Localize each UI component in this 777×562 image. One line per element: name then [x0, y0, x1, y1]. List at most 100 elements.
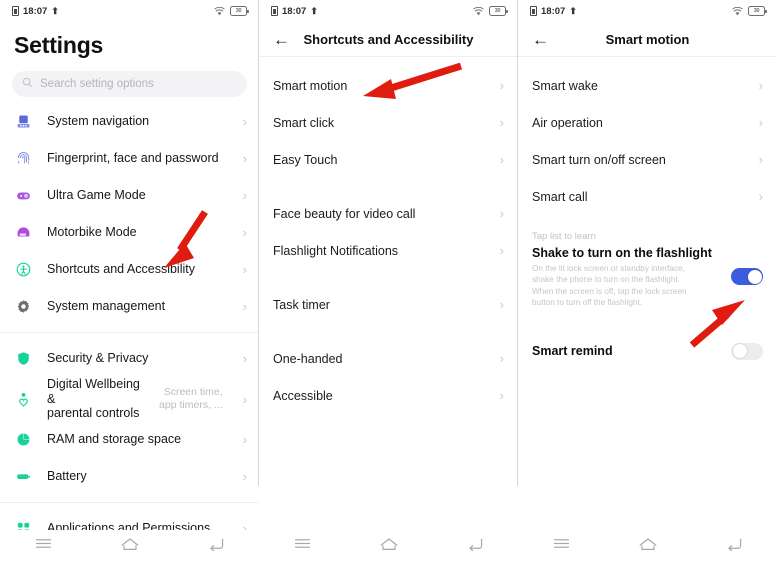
chevron-right-icon: ›: [758, 78, 763, 93]
sim-card-icon: [12, 6, 19, 16]
list-item-task-timer[interactable]: Task timer ›: [259, 286, 518, 323]
group-gap: [259, 269, 518, 286]
list-item-label: Air operation: [532, 115, 603, 130]
list-item-label: Smart turn on/off screen: [532, 152, 666, 167]
chevron-right-icon: ›: [499, 388, 504, 403]
sidebar-item-battery[interactable]: Battery ›: [0, 458, 259, 495]
home-icon[interactable]: [379, 537, 399, 556]
list-item-label: Face beauty for video call: [273, 206, 416, 221]
settings-list-group-2: Security & Privacy › Digital Wellbeing &…: [0, 340, 259, 495]
home-icon[interactable]: [120, 537, 140, 556]
panel-divider-1: [258, 0, 259, 486]
sidebar-item-value-line2: app timers, ...: [159, 399, 223, 411]
chevron-right-icon: ›: [242, 114, 247, 129]
accessibility-icon: [14, 260, 33, 279]
sidebar-item-label: Ultra Game Mode: [47, 188, 146, 203]
chevron-right-icon: ›: [499, 152, 504, 167]
system-nav-bar: [0, 530, 259, 562]
back-icon[interactable]: [467, 537, 484, 556]
search-input[interactable]: Search setting options: [12, 71, 247, 97]
list-item-smart-click[interactable]: Smart click ›: [259, 104, 518, 141]
chevron-right-icon: ›: [242, 391, 247, 407]
smart-remind-toggle[interactable]: [731, 342, 763, 360]
back-arrow-icon[interactable]: ←: [273, 31, 290, 48]
group-gap: [259, 323, 518, 340]
list-divider: [0, 502, 259, 503]
panel3-header: ← Smart motion: [518, 22, 777, 56]
recent-apps-icon[interactable]: [552, 537, 571, 555]
sidebar-item-shortcuts-and-accessibility[interactable]: Shortcuts and Accessibility ›: [0, 251, 259, 288]
battery-icon: 30: [748, 6, 767, 16]
sidebar-item-fingerprint-face-password[interactable]: Fingerprint, face and password ›: [0, 140, 259, 177]
chevron-right-icon: ›: [758, 115, 763, 130]
shake-flashlight-setting[interactable]: Shake to turn on the flashlight On the l…: [518, 242, 777, 308]
list-item-smart-turn-on-off-screen[interactable]: Smart turn on/off screen ›: [518, 141, 777, 178]
list-item-label: Smart wake: [532, 78, 598, 93]
sidebar-item-system-navigation[interactable]: System navigation ›: [0, 103, 259, 140]
sidebar-item-ultra-game-mode[interactable]: Ultra Game Mode ›: [0, 177, 259, 214]
list-item-easy-touch[interactable]: Easy Touch ›: [259, 141, 518, 178]
sidebar-item-ram-and-storage[interactable]: RAM and storage space ›: [0, 421, 259, 458]
smart-motion-panel: 18:07 ⬆ 30 ← Smart motion Smart wake › A…: [518, 0, 777, 562]
wifi-icon: [732, 6, 743, 16]
sidebar-item-motorbike-mode[interactable]: Motorbike Mode ›: [0, 214, 259, 251]
tap-list-hint: Tap list to learn: [532, 231, 596, 242]
chevron-right-icon: ›: [242, 299, 247, 314]
recent-apps-icon[interactable]: [34, 537, 53, 555]
wifi-icon: [473, 6, 484, 16]
sidebar-item-system-management[interactable]: System management ›: [0, 288, 259, 325]
shake-flashlight-toggle[interactable]: [731, 268, 763, 285]
sidebar-item-security-privacy[interactable]: Security & Privacy ›: [0, 340, 259, 377]
chevron-right-icon: ›: [499, 297, 504, 312]
chevron-right-icon: ›: [758, 189, 763, 204]
list-item-face-beauty-for-video-call[interactable]: Face beauty for video call ›: [259, 195, 518, 232]
list-item-label: Smart click: [273, 115, 335, 130]
panel3-title: Smart motion: [605, 31, 690, 47]
sidebar-item-label: Fingerprint, face and password: [47, 151, 219, 166]
chevron-right-icon: ›: [242, 351, 247, 366]
panel2-list: Smart motion › Smart click › Easy Touch …: [259, 57, 518, 414]
page-title: Settings: [14, 32, 104, 58]
sidebar-item-label: Battery: [47, 469, 87, 484]
list-item-one-handed[interactable]: One-handed ›: [259, 340, 518, 377]
status-bar-time: 18:07: [541, 5, 566, 17]
back-icon[interactable]: [726, 537, 743, 556]
back-icon[interactable]: [208, 537, 225, 556]
list-item-flashlight-notifications[interactable]: Flashlight Notifications ›: [259, 232, 518, 269]
home-icon[interactable]: [638, 537, 658, 556]
list-item-smart-wake[interactable]: Smart wake ›: [518, 67, 777, 104]
sim-card-icon: [271, 6, 278, 16]
list-item-label: Task timer: [273, 297, 330, 312]
sidebar-item-value: Screen time, app timers, ...: [159, 386, 223, 411]
list-item-smart-call[interactable]: Smart call ›: [518, 178, 777, 215]
helmet-icon: [14, 223, 33, 242]
status-bar-time: 18:07: [23, 5, 48, 17]
chevron-right-icon: ›: [242, 469, 247, 484]
chevron-right-icon: ›: [242, 262, 247, 277]
navigation-bar-icon: [14, 112, 33, 131]
recent-apps-icon[interactable]: [293, 537, 312, 555]
sidebar-item-label: RAM and storage space: [47, 432, 182, 447]
smart-remind-label: Smart remind: [532, 344, 613, 359]
smart-remind-setting[interactable]: Smart remind: [518, 334, 777, 368]
sidebar-item-label: Digital Wellbeing & parental controls: [47, 377, 145, 420]
list-item-smart-motion[interactable]: Smart motion ›: [259, 67, 518, 104]
sidebar-item-digital-wellbeing[interactable]: Digital Wellbeing & parental controls Sc…: [0, 377, 259, 421]
back-arrow-icon[interactable]: ←: [532, 31, 549, 48]
panel-divider-2: [517, 0, 518, 486]
chevron-right-icon: ›: [242, 432, 247, 447]
chevron-right-icon: ›: [758, 152, 763, 167]
sidebar-item-label: Security & Privacy: [47, 351, 149, 366]
list-item-label: One-handed: [273, 351, 343, 366]
status-bar: 18:07 ⬆ 30: [0, 0, 259, 22]
search-icon: [22, 75, 33, 93]
sidebar-item-label: System management: [47, 299, 166, 314]
list-item-accessible[interactable]: Accessible ›: [259, 377, 518, 414]
wifi-icon: [214, 6, 225, 16]
gear-icon: [14, 297, 33, 316]
panel3-list: Smart wake › Air operation › Smart turn …: [518, 57, 777, 215]
list-item-air-operation[interactable]: Air operation ›: [518, 104, 777, 141]
sidebar-item-label: Shortcuts and Accessibility: [47, 262, 195, 277]
status-bar-time: 18:07: [282, 5, 307, 17]
chevron-right-icon: ›: [242, 151, 247, 166]
